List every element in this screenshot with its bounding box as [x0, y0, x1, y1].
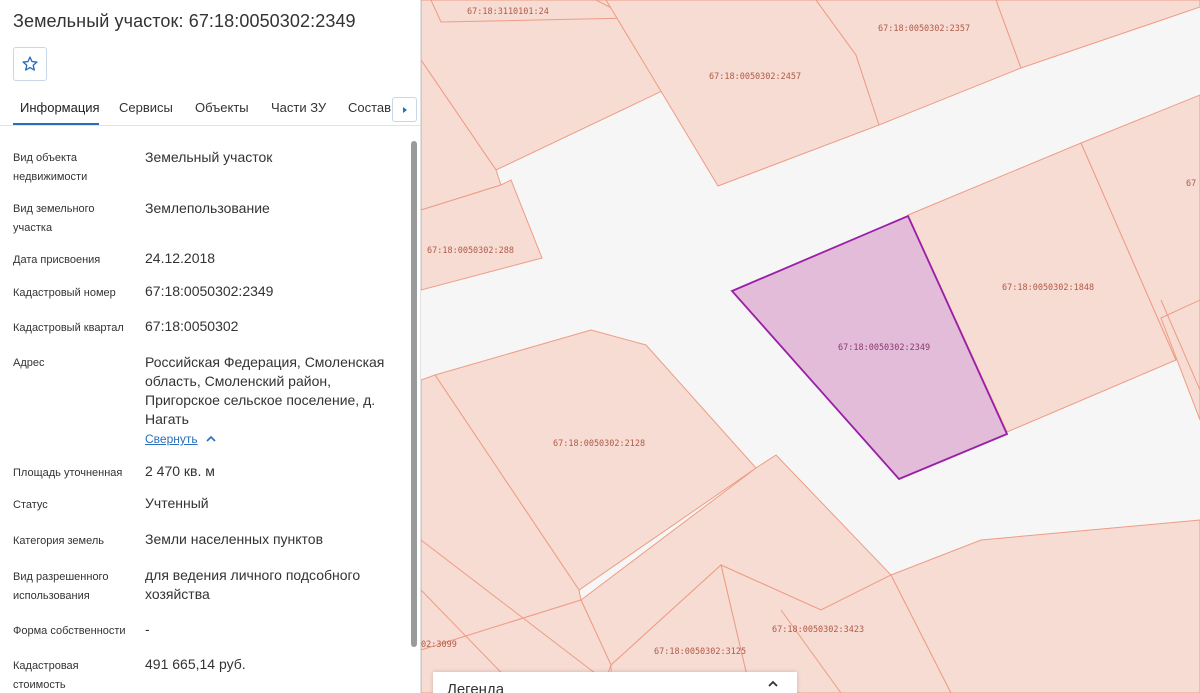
parcel-label: 67 — [1186, 179, 1196, 189]
attr-label: Вид земельного участка — [13, 203, 95, 234]
parcel[interactable] — [995, 0, 1200, 69]
page-title: Земельный участок: 67:18:0050302:2349 — [13, 11, 356, 31]
attr-label: Категория земель — [13, 535, 104, 547]
tabs-scroll-right-button[interactable] — [392, 97, 417, 122]
parcel-label: 67:18:0050302:1848 — [1002, 283, 1094, 293]
attr-value: 67:18:0050302 — [145, 318, 239, 334]
map-canvas[interactable]: 67:18:3110101:24 67:18:0050302:2357 67:1… — [421, 0, 1200, 693]
attr-value: - — [145, 621, 150, 637]
attr-label: Кадастровый квартал — [13, 322, 124, 334]
parcel-label: 02:3099 — [421, 640, 457, 650]
tab-parts[interactable]: Части ЗУ — [271, 100, 326, 115]
selected-parcel-label: 67:18:0050302:2349 — [838, 343, 930, 353]
attr-label: Адрес — [13, 357, 45, 369]
parcel-label: 67:18:0050302:288 — [427, 246, 514, 256]
parcel-label: 67:18:0050302:2457 — [709, 72, 801, 82]
legend-panel[interactable]: Легенда — [433, 672, 797, 693]
attr-value: 491 665,14 руб. — [145, 656, 246, 672]
parcel-label: 67:18:0050302:2357 — [878, 24, 970, 34]
attr-label: Кадастровый номер — [13, 287, 116, 299]
info-panel: Земельный участок: 67:18:0050302:2349 Ин… — [0, 0, 421, 693]
attr-value: 67:18:0050302:2349 — [145, 283, 274, 299]
attr-value: 2 470 кв. м — [145, 463, 215, 479]
attr-label: Площадь уточненная — [13, 467, 123, 479]
attr-value: 24.12.2018 — [145, 250, 216, 266]
attr-value: Земли населенных пунктов — [145, 531, 324, 547]
attr-label: Кадастровая стоимость — [13, 660, 79, 691]
collapse-link[interactable]: Свернуть — [145, 432, 198, 446]
attr-value: Землепользование — [145, 200, 270, 216]
attr-value: Учтенный — [145, 495, 209, 511]
parcel-label: 67:18:0050302:3125 — [654, 647, 746, 657]
attr-label: Вид объекта недвижимости — [13, 152, 88, 183]
parcel-label: 67:18:0050302:3423 — [772, 625, 864, 635]
attr-label: Статус — [13, 499, 48, 511]
chevron-up-icon[interactable] — [767, 680, 779, 688]
attr-value: Земельный участок — [145, 149, 273, 165]
parcel-label: 67:18:0050302:2128 — [553, 439, 645, 449]
panel-scrollbar[interactable] — [411, 141, 417, 647]
favorite-button[interactable] — [13, 47, 47, 81]
parcel-label: 67:18:3110101:24 — [467, 7, 549, 17]
attr-label: Вид разрешенного использования — [13, 571, 109, 602]
tab-objects[interactable]: Объекты — [195, 100, 249, 115]
parcel[interactable] — [890, 519, 1200, 693]
active-tab-indicator — [13, 123, 99, 125]
tab-services[interactable]: Сервисы — [119, 100, 173, 115]
triangle-right-icon — [402, 106, 407, 113]
tab-information[interactable]: Информация — [20, 100, 100, 115]
attr-value: для ведения личного подсобного хозяйства — [145, 567, 361, 602]
cadastral-map[interactable]: 67:18:3110101:24 67:18:0050302:2357 67:1… — [421, 0, 1200, 693]
star-icon — [22, 56, 38, 71]
attr-label: Форма собственности — [13, 625, 126, 637]
attr-label: Дата присвоения — [13, 254, 101, 266]
legend-title: Легенда — [447, 681, 505, 693]
attributes-list: Вид объекта недвижимости Земельный участ… — [0, 127, 408, 693]
tab-bar: Информация Сервисы Объекты Части ЗУ Сост… — [0, 92, 420, 126]
address-value: Российская Федерация, Смоленская область… — [145, 354, 385, 427]
chevron-up-icon[interactable] — [205, 435, 217, 443]
tab-composition[interactable]: Состав — [348, 100, 391, 115]
